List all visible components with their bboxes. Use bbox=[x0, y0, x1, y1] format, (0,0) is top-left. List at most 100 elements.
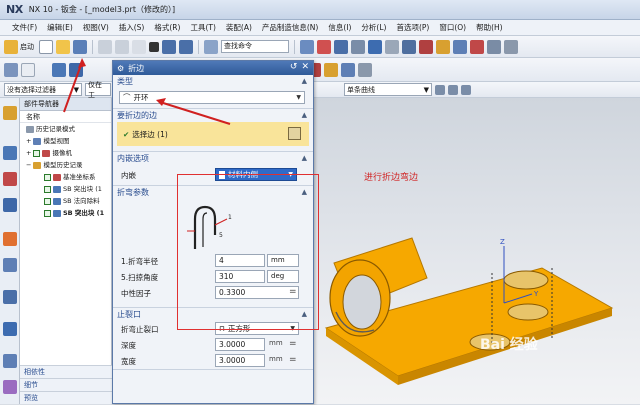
menu-pmi[interactable]: 产品制造信息(N) bbox=[262, 22, 318, 33]
edge-cube-icon[interactable] bbox=[288, 127, 301, 140]
menu-insert[interactable]: 插入(S) bbox=[119, 22, 145, 33]
constraint-navigator-icon[interactable] bbox=[3, 172, 17, 186]
part-navigator-icon[interactable] bbox=[3, 198, 17, 212]
midpoint-icon[interactable] bbox=[461, 84, 471, 95]
paste-icon[interactable] bbox=[132, 39, 146, 54]
panel-details[interactable]: 细节 bbox=[20, 378, 112, 391]
snap-point-icon[interactable] bbox=[435, 84, 445, 95]
open-folder-icon[interactable] bbox=[56, 39, 70, 54]
equals-icon[interactable]: = bbox=[289, 339, 297, 349]
navigator-column-name[interactable]: 名称 bbox=[20, 111, 111, 123]
menu-preferences[interactable]: 首选项(P) bbox=[396, 22, 429, 33]
checkbox[interactable] bbox=[33, 149, 41, 157]
menu-info[interactable]: 信息(I) bbox=[328, 22, 351, 33]
start-icon[interactable] bbox=[4, 39, 18, 54]
selection-filter-select[interactable]: 没有选择过滤器 ▼ bbox=[4, 83, 82, 96]
wcs-icon[interactable] bbox=[453, 39, 467, 54]
menu-tools[interactable]: 工具(T) bbox=[190, 22, 215, 33]
flat-pattern-icon[interactable] bbox=[341, 62, 355, 77]
measure-icon[interactable] bbox=[470, 39, 484, 54]
layer-icon[interactable] bbox=[436, 39, 450, 54]
redo-icon[interactable] bbox=[179, 39, 193, 54]
sketch-icon[interactable] bbox=[4, 62, 18, 77]
chevron-up-icon[interactable]: ▲ bbox=[302, 109, 307, 122]
tab-icon[interactable] bbox=[52, 62, 66, 77]
collapse-icon[interactable]: − bbox=[26, 159, 31, 171]
sheetmetal-toolbar bbox=[0, 58, 640, 82]
roles-icon[interactable] bbox=[3, 354, 17, 368]
punch-icon[interactable] bbox=[324, 62, 338, 77]
section-edge-header[interactable]: 要折边的边 ▲ bbox=[113, 109, 313, 122]
tree-item-normal-cutout[interactable]: SB 法向除料 bbox=[20, 195, 111, 207]
menu-assembly[interactable]: 装配(A) bbox=[226, 22, 252, 33]
system-materials-icon[interactable] bbox=[3, 380, 17, 394]
relief-width-input[interactable]: 3.0000 bbox=[215, 354, 265, 367]
delete-icon[interactable] bbox=[149, 41, 159, 52]
sheet-tools-icon[interactable] bbox=[358, 62, 372, 77]
menu-edit[interactable]: 编辑(E) bbox=[47, 22, 73, 33]
tree-item-tab-1[interactable]: SB 突出块 (1 bbox=[20, 183, 111, 195]
zoom-icon[interactable] bbox=[317, 39, 331, 54]
fit-view-icon[interactable] bbox=[300, 39, 314, 54]
reuse-library-icon[interactable] bbox=[3, 232, 17, 246]
tools-icon[interactable] bbox=[487, 39, 501, 54]
checkbox[interactable] bbox=[44, 185, 51, 193]
datum-icon[interactable] bbox=[21, 62, 35, 77]
flange-icon[interactable] bbox=[69, 62, 83, 77]
command-search-input[interactable]: 查找命令 bbox=[221, 40, 289, 53]
tree-item-datum-csys[interactable]: 基准坐标系 bbox=[20, 171, 111, 183]
menu-window[interactable]: 窗口(O) bbox=[439, 22, 466, 33]
endpoint-icon[interactable] bbox=[448, 84, 458, 95]
panel-dependencies[interactable]: 相依性 bbox=[20, 365, 112, 378]
tree-item-model-views[interactable]: + 模型视图 bbox=[20, 135, 111, 147]
shaded-cube-icon[interactable] bbox=[368, 39, 382, 54]
menu-help[interactable]: 帮助(H) bbox=[476, 22, 503, 33]
web-browser-icon[interactable] bbox=[3, 258, 17, 272]
render-style-icon[interactable] bbox=[385, 39, 399, 54]
tree-item-label: 摄像机 bbox=[52, 149, 72, 157]
select-edge-row[interactable]: ✔ 选择边 (1) bbox=[117, 122, 309, 146]
process-studio-icon[interactable] bbox=[3, 322, 17, 336]
section-view-icon[interactable] bbox=[402, 39, 416, 54]
chevron-up-icon[interactable]: ▲ bbox=[302, 75, 307, 88]
menu-format[interactable]: 格式(R) bbox=[154, 22, 180, 33]
type-select[interactable]: ⌒ 开环 ▼ bbox=[119, 91, 305, 104]
chevron-up-icon[interactable]: ▲ bbox=[302, 152, 307, 165]
settings-icon[interactable] bbox=[504, 39, 518, 54]
navigator-icon[interactable] bbox=[3, 106, 17, 120]
menu-file[interactable]: 文件(F) bbox=[12, 22, 37, 33]
relief-depth-input[interactable]: 3.0000 bbox=[215, 338, 265, 351]
new-file-icon[interactable] bbox=[39, 39, 53, 54]
command-finder-icon[interactable] bbox=[204, 39, 218, 54]
tree-item-tab-2[interactable]: SB 突出块 (1 bbox=[20, 207, 111, 219]
selection-scope-select[interactable]: 仅在工 bbox=[85, 81, 111, 99]
cut-icon[interactable] bbox=[98, 39, 112, 54]
expand-icon[interactable]: + bbox=[26, 147, 31, 159]
history-icon[interactable] bbox=[3, 290, 17, 304]
curve-rule-select[interactable]: 单条曲线 ▼ bbox=[344, 83, 432, 96]
tree-item-history-mode[interactable]: 历史记录模式 bbox=[20, 123, 111, 135]
start-label[interactable]: 启动 bbox=[20, 42, 34, 52]
equals-icon[interactable]: = bbox=[289, 355, 297, 365]
inset-label: 内嵌 bbox=[121, 170, 136, 180]
assembly-navigator-icon[interactable] bbox=[3, 146, 17, 160]
checkbox[interactable] bbox=[44, 173, 51, 181]
checkbox[interactable] bbox=[44, 209, 51, 217]
snap-icon[interactable] bbox=[419, 39, 433, 54]
panel-preview[interactable]: 预览 bbox=[20, 391, 112, 404]
menu-analysis[interactable]: 分析(L) bbox=[361, 22, 386, 33]
tree-item-cameras[interactable]: + 摄像机 bbox=[20, 147, 111, 159]
orient-view-icon[interactable] bbox=[351, 39, 365, 54]
rotate-icon[interactable] bbox=[334, 39, 348, 54]
save-icon[interactable] bbox=[73, 39, 87, 54]
menu-view[interactable]: 视图(V) bbox=[83, 22, 109, 33]
undo-icon[interactable] bbox=[162, 39, 176, 54]
close-icon[interactable]: ✕ bbox=[301, 62, 309, 72]
copy-icon[interactable] bbox=[115, 39, 129, 54]
section-inner-edge-header[interactable]: 内嵌选项 ▲ bbox=[113, 152, 313, 165]
expand-icon[interactable]: + bbox=[26, 135, 31, 147]
reset-icon[interactable]: ↺ bbox=[290, 62, 298, 72]
tree-item-model-history[interactable]: − 模型历史记录 bbox=[20, 159, 111, 171]
section-type-header[interactable]: 类型 ▲ bbox=[113, 75, 313, 88]
checkbox[interactable] bbox=[44, 197, 51, 205]
